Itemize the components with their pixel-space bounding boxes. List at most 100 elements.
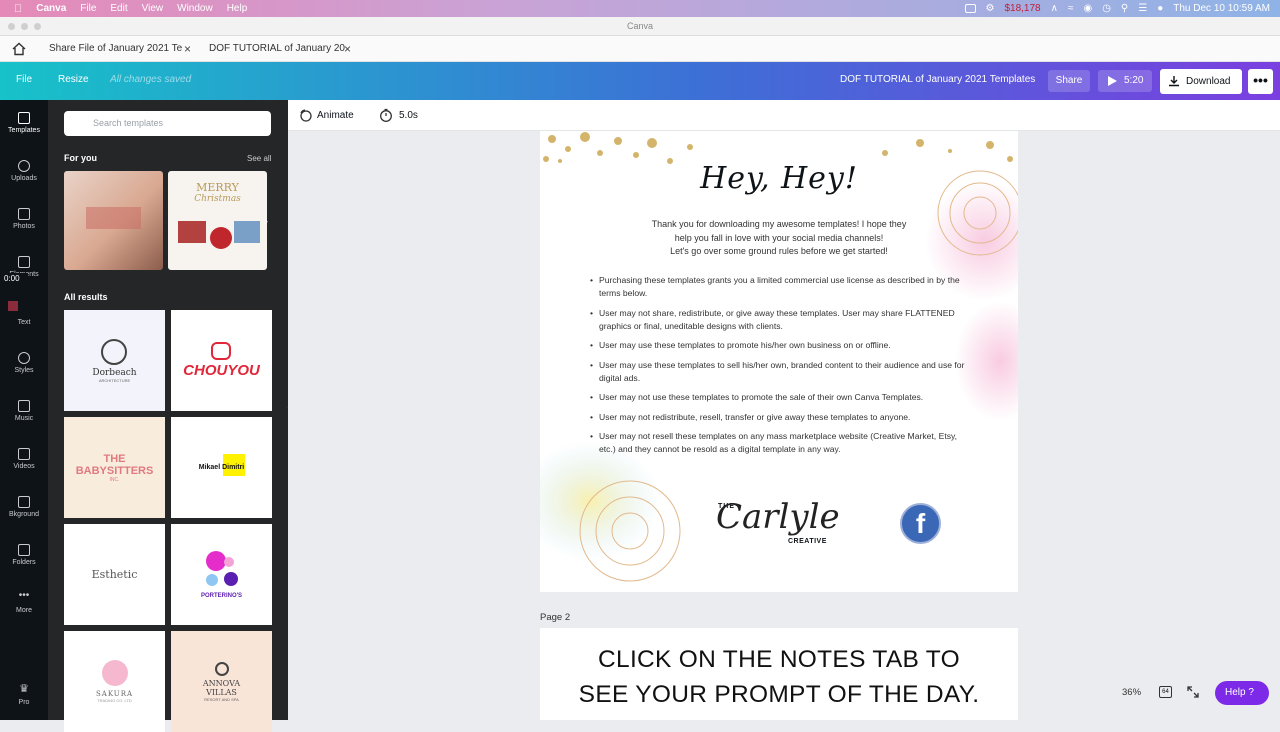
template-title: MERRY — [196, 181, 239, 194]
facebook-icon[interactable]: f — [900, 503, 941, 544]
document-title[interactable]: DOF TUTORIAL of January 2021 Templates — [840, 74, 1035, 85]
template-subtitle: TRADING CO. LTD — [97, 698, 132, 703]
close-window-button[interactable] — [8, 23, 15, 30]
status-amount[interactable]: $18,178 — [1004, 3, 1040, 14]
result-mikael-dimitri[interactable]: Mikael Dimitri — [171, 417, 272, 518]
download-button[interactable]: Download — [1160, 69, 1242, 94]
template-title: THE BABYSITTERS — [75, 452, 154, 477]
screen-record-icon[interactable] — [964, 4, 976, 13]
rail-folders[interactable]: Folders — [0, 544, 48, 566]
template-title: SAKURA — [95, 690, 134, 698]
rule-item: Purchasing these templates grants you a … — [590, 274, 969, 300]
tab-share-file[interactable]: Share File of January 2021 Te × — [49, 36, 191, 62]
bluetooth-icon[interactable]: ∧ — [1051, 3, 1058, 14]
rail-templates[interactable]: Templates — [0, 112, 48, 134]
close-icon[interactable]: × — [184, 36, 191, 62]
rules-list[interactable]: Purchasing these templates grants you a … — [590, 274, 969, 463]
menu-edit[interactable]: Edit — [110, 3, 127, 14]
tab-label: Share File of January 2021 Te — [49, 43, 183, 54]
result-babysitters[interactable]: THE BABYSITTERS INC. — [64, 417, 165, 518]
template-thumb-christmas[interactable]: MERRY Christmas — [168, 171, 267, 270]
all-results-heading: All results — [64, 292, 108, 302]
rail-label: Music — [14, 415, 34, 422]
rail-photos[interactable]: Photos — [0, 208, 48, 230]
file-menu-button[interactable]: File — [16, 74, 32, 85]
animate-button[interactable]: Animate — [317, 110, 354, 121]
control-center-icon[interactable]: ☰ — [1138, 3, 1147, 14]
page-2[interactable]: CLICK ON THE NOTES TAB TO SEE YOUR PROMP… — [540, 628, 1018, 720]
page-1[interactable]: Hey, Hey! Thank you for downloading my a… — [540, 131, 1018, 592]
apple-icon[interactable]:  — [14, 3, 22, 15]
tab-dof-tutorial[interactable]: DOF TUTORIAL of January 20 × — [209, 36, 351, 62]
search-input[interactable]: Search templates — [64, 111, 271, 136]
result-porterinos[interactable]: PORTERINO'S — [171, 524, 272, 625]
rail-pro[interactable]: ♛ Pro — [0, 684, 48, 707]
prompt-text[interactable]: CLICK ON THE NOTES TAB TO SEE YOUR PROMP… — [540, 642, 1018, 712]
rail-uploads[interactable]: Uploads — [0, 160, 48, 182]
rail-label: More — [16, 607, 32, 614]
close-icon[interactable]: × — [344, 36, 351, 62]
window-title: Canva — [626, 21, 653, 31]
rail-more[interactable]: ••• More — [0, 591, 48, 615]
menu-app-canva[interactable]: Canva — [36, 3, 66, 14]
wifi-icon[interactable]: ≈ — [1068, 3, 1074, 14]
zoom-window-button[interactable] — [34, 23, 41, 30]
rail-label: Bkground — [9, 511, 39, 518]
text-icon — [18, 304, 30, 316]
fullscreen-icon[interactable] — [1187, 686, 1199, 698]
download-label: Download — [1186, 76, 1231, 87]
duration-button[interactable]: 5.0s — [399, 110, 418, 121]
chevron-right-icon[interactable]: › — [264, 214, 268, 228]
menu-help[interactable]: Help — [227, 3, 248, 14]
resize-button[interactable]: Resize — [58, 74, 89, 85]
video-icon — [18, 448, 30, 460]
template-subtitle: ARCHITECTURE — [98, 377, 131, 383]
template-graphic — [178, 221, 206, 243]
intro-line: Let's go over some ground rules before w… — [670, 246, 888, 256]
zoom-level[interactable]: 36% — [1122, 687, 1141, 698]
template-subtitle: INC. — [109, 476, 120, 483]
result-esthetic[interactable]: Esthetic — [64, 524, 165, 625]
present-button[interactable]: 5:20 — [1098, 70, 1152, 92]
page-count-button[interactable]: 64 — [1159, 686, 1172, 698]
see-all-link[interactable]: See all — [247, 154, 271, 163]
intro-text[interactable]: Thank you for downloading my awesome tem… — [610, 218, 948, 259]
recording-timer: 0:00 — [0, 273, 28, 285]
template-thumb-sunset[interactable] — [64, 171, 163, 270]
page-heading[interactable]: Hey, Hey! — [540, 161, 1018, 196]
result-dorbeach[interactable]: Dorbeach ARCHITECTURE — [64, 310, 165, 411]
logo-icon — [214, 661, 229, 676]
clock-icon[interactable]: ◷ — [1102, 3, 1111, 14]
minimize-window-button[interactable] — [21, 23, 28, 30]
menu-view[interactable]: View — [142, 3, 164, 14]
result-annova-villas[interactable]: ANNOVA VILLAS RESORT AND SPA — [171, 631, 272, 732]
carlyle-logo[interactable]: THE Carlyle CREATIVE — [716, 489, 840, 559]
template-subtitle: RESORT AND SPA — [204, 696, 239, 702]
more-options-button[interactable]: ••• — [1248, 69, 1273, 94]
rail-videos[interactable]: Videos — [0, 448, 48, 470]
share-button[interactable]: Share — [1048, 70, 1090, 92]
gear-icon[interactable]: ⚙ — [986, 3, 995, 14]
rail-styles[interactable]: Styles — [0, 352, 48, 374]
user-icon[interactable]: ◉ — [1083, 3, 1092, 14]
result-chouyou[interactable]: CHOUYOU — [171, 310, 272, 411]
templates-icon — [18, 112, 30, 124]
rail-label: Videos — [13, 463, 35, 470]
home-icon[interactable] — [12, 42, 26, 56]
music-icon — [18, 400, 30, 412]
rule-item: User may use these templates to sell his… — [590, 359, 969, 385]
logo-icon — [101, 338, 128, 365]
help-button[interactable]: Help ? — [1215, 681, 1269, 705]
rail-music[interactable]: Music — [0, 400, 48, 422]
rail-label: Templates — [8, 127, 40, 134]
search-icon[interactable]: ⚲ — [1121, 3, 1128, 14]
result-sakura[interactable]: SAKURA TRADING CO. LTD — [64, 631, 165, 732]
menu-file[interactable]: File — [80, 3, 96, 14]
template-title: ANNOVA VILLAS — [202, 678, 241, 697]
siri-icon[interactable]: ● — [1157, 3, 1163, 14]
intro-line: help you fall in love with your social m… — [674, 232, 884, 243]
tab-bar: Share File of January 2021 Te × DOF TUTO… — [0, 36, 1280, 62]
rail-background[interactable]: Bkground — [0, 496, 48, 518]
menubar-datetime[interactable]: Thu Dec 10 10:59 AM — [1173, 3, 1270, 14]
menu-window[interactable]: Window — [177, 3, 213, 14]
